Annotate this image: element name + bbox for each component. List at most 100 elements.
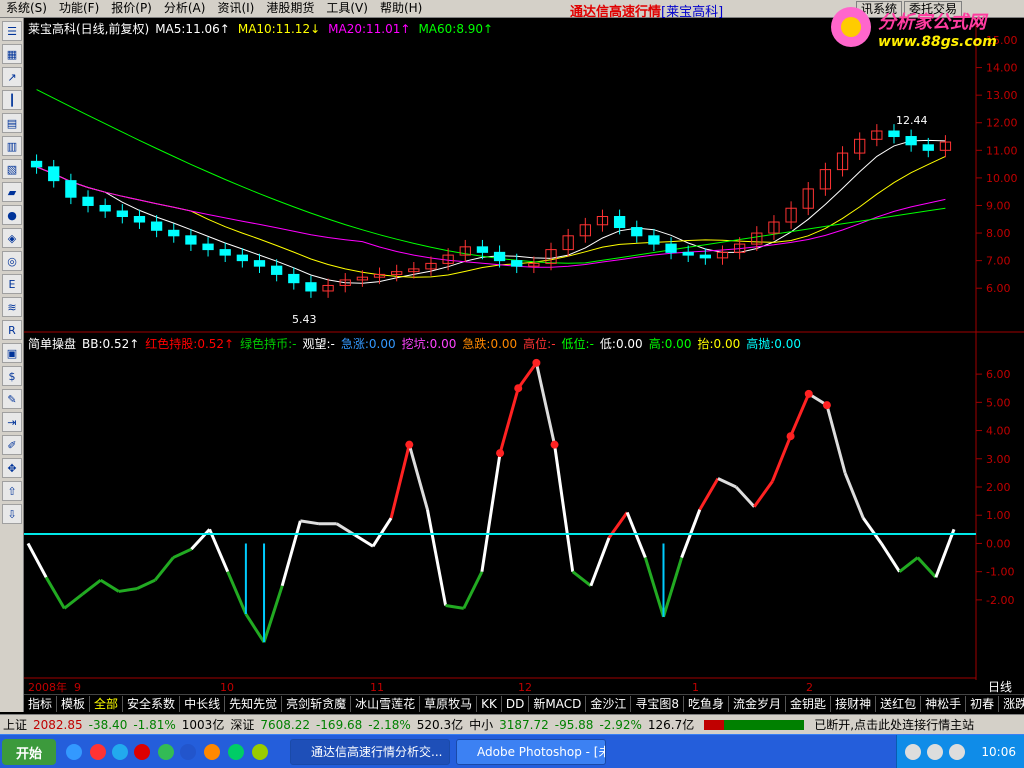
table-icon[interactable]: ▤ <box>2 113 22 133</box>
indicator-segment <box>789 393 811 437</box>
indicator-legend-title: 简单操盘 <box>28 337 77 351</box>
menu-analysis[interactable]: 分析(A) <box>158 0 212 17</box>
tab-item[interactable]: KK <box>477 695 502 712</box>
menu-help[interactable]: 帮助(H) <box>374 0 428 17</box>
candle-chart-icon[interactable]: ┃ <box>2 90 22 110</box>
indicator-legend-items: BB:0.52↑ 红色持股:0.52↑ 绿色持币:- 观望:- 急涨:0.00 挖坑:0.… <box>82 336 801 352</box>
tab-item[interactable]: 金沙江 <box>586 695 632 712</box>
edit-icon[interactable]: ✐ <box>2 435 22 455</box>
candle-body <box>30 160 43 168</box>
task-photoshop[interactable]: Adobe Photoshop - [未... <box>456 739 606 765</box>
menu-function[interactable]: 功能(F) <box>53 0 105 17</box>
date-month-2: 2 <box>806 681 813 694</box>
menu-info[interactable]: 资讯(I) <box>211 0 260 17</box>
tab-item[interactable]: 吃鱼身 <box>684 695 730 712</box>
tab-item[interactable]: 指标 <box>24 695 58 712</box>
site-logo: 分析家公式网 www.88gs.com <box>826 2 1022 52</box>
tab-item[interactable]: 送红包 <box>876 695 922 712</box>
indicator-segment <box>753 480 774 508</box>
report-icon[interactable]: ▥ <box>2 136 22 156</box>
menu-tools[interactable]: 工具(V) <box>320 0 374 17</box>
tab-item[interactable]: 冰山雪莲花 <box>351 695 421 712</box>
explorer-icon[interactable] <box>252 744 268 760</box>
pen-icon[interactable]: ✎ <box>2 389 22 409</box>
menu-quote[interactable]: 报价(P) <box>105 0 158 17</box>
sh-pct: -1.81% <box>133 717 176 732</box>
menu-hk-futures[interactable]: 港股期货 <box>260 0 320 17</box>
calculator-icon[interactable]: ▣ <box>2 343 22 363</box>
menu-system[interactable]: 系统(S) <box>0 0 53 17</box>
candle-body <box>236 254 248 262</box>
tab-item[interactable]: 先知先觉 <box>225 695 283 712</box>
indicator-segment <box>63 593 84 610</box>
task-tdx[interactable]: 通达信高速行情分析交... <box>290 739 450 765</box>
search-icon[interactable]: ◎ <box>2 251 22 271</box>
start-button[interactable]: 开始 <box>2 739 56 765</box>
grid-icon[interactable]: ▦ <box>2 44 22 64</box>
folder-icon[interactable]: ▰ <box>2 182 22 202</box>
line-chart-icon[interactable]: ↗ <box>2 67 22 87</box>
tab-item[interactable]: 模板 <box>57 695 91 712</box>
candle-body <box>82 196 94 206</box>
tab-item[interactable]: 中长线 <box>180 695 226 712</box>
rsi-icon[interactable]: R <box>2 320 22 340</box>
security-icon[interactable] <box>134 744 150 760</box>
candle-body <box>288 273 300 284</box>
tab-item[interactable]: 金钥匙 <box>786 695 832 712</box>
app-window: 系统(S) 功能(F) 报价(P) 分析(A) 资讯(I) 港股期货 工具(V)… <box>0 0 1024 768</box>
tab-item[interactable]: DD <box>502 695 530 712</box>
file-icon[interactable] <box>228 744 244 760</box>
move-icon[interactable]: ✥ <box>2 458 22 478</box>
candle-body <box>699 254 711 259</box>
tray-icon[interactable] <box>905 744 921 760</box>
indicator-dot <box>822 401 831 410</box>
chart-area[interactable]: 15.00 14.00 13.00 12.00 11.00 10.00 9.00 8.00 7.… <box>24 18 1024 680</box>
app-icon[interactable] <box>90 744 106 760</box>
price-legend-item: MA5:11.06↑ <box>155 22 230 36</box>
tab-item[interactable]: 神松手 <box>921 695 967 712</box>
network-icon[interactable] <box>180 744 196 760</box>
tab-item[interactable]: 涨跌幅 <box>999 696 1024 712</box>
tab-item[interactable]: 流金岁月 <box>729 695 787 712</box>
indicator-segment <box>843 472 865 519</box>
connection-status[interactable]: 已断开,点击此处连接行情主站 <box>811 716 977 733</box>
indicator-dot <box>496 449 505 458</box>
arrow-down-icon[interactable]: ⇩ <box>2 504 22 524</box>
candle-body <box>185 235 197 245</box>
tab-item[interactable]: 接财神 <box>831 695 877 712</box>
list-icon[interactable]: ☰ <box>2 21 22 41</box>
browser-icon[interactable] <box>66 744 82 760</box>
money-icon[interactable]: $ <box>2 366 22 386</box>
indicator-tick-label: 1.00 <box>986 509 1011 522</box>
tab-item[interactable]: 全部 <box>90 695 124 712</box>
document-icon[interactable]: ▧ <box>2 159 22 179</box>
chat-icon[interactable] <box>158 744 174 760</box>
tab-item[interactable]: 安全系数 <box>123 695 181 712</box>
flower-logo-icon <box>831 7 871 47</box>
indicator-segment <box>280 520 302 587</box>
indicator-segment <box>389 444 411 519</box>
analysis-icon[interactable]: ◈ <box>2 228 22 248</box>
tab-item[interactable]: 亮剑斩贪魔 <box>282 695 352 712</box>
tool-icon[interactable] <box>204 744 220 760</box>
ma10-line <box>36 155 946 278</box>
chart-switch-icon[interactable]: ≋ <box>2 297 22 317</box>
candle-body <box>219 249 231 256</box>
tab-item[interactable]: 寻宝图8 <box>631 695 685 712</box>
media-icon[interactable] <box>112 744 128 760</box>
network-tray-icon[interactable] <box>949 744 965 760</box>
candle-body <box>271 265 283 275</box>
arrow-up-icon[interactable]: ⇧ <box>2 481 22 501</box>
indicator-segment <box>589 537 611 587</box>
tab-item[interactable]: 初春 <box>966 695 1000 712</box>
price-high-label: 12.44 <box>896 114 928 127</box>
tab-item[interactable]: 新MACD <box>529 695 587 712</box>
zx-change: -95.88 <box>554 717 594 732</box>
export-icon[interactable]: ⇥ <box>2 412 22 432</box>
volume-icon[interactable] <box>927 744 943 760</box>
users-icon[interactable]: ● <box>2 205 22 225</box>
indicator-segment <box>934 528 956 578</box>
etf-icon[interactable]: E <box>2 274 22 294</box>
tab-item[interactable]: 草原牧马 <box>420 695 478 712</box>
zx-pct: -2.92% <box>599 717 642 732</box>
